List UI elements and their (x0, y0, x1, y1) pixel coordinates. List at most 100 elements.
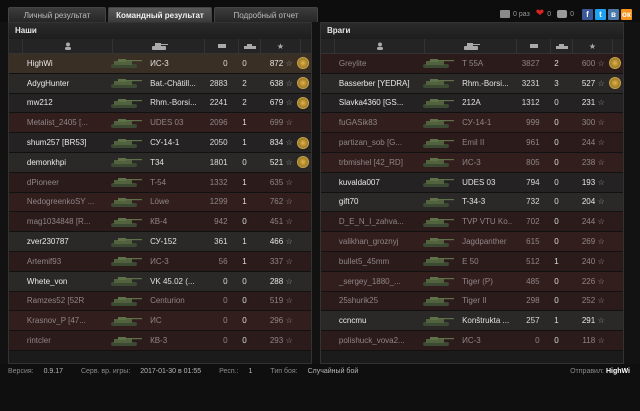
player-name[interactable]: fuGASik83 (335, 118, 420, 127)
player-name[interactable]: AdygHunter (23, 79, 108, 88)
medal-column-header[interactable] (301, 39, 311, 53)
likes-counter[interactable]: ❤ 0 (536, 9, 551, 19)
player-name[interactable]: NedogreenkoSY ... (23, 197, 108, 206)
tab-team-result[interactable]: Командный результат (108, 7, 212, 22)
player-row[interactable]: Ramzes52 [52R Centurion 0 0 519 ☆ (9, 291, 311, 312)
player-row[interactable]: shum257 [BR53] СУ-14-1 2050 1 834 ☆ (9, 133, 311, 153)
medal-icon[interactable] (609, 57, 622, 70)
heart-icon[interactable]: ❤ (536, 9, 544, 19)
frags-column-header[interactable] (551, 39, 573, 53)
damage-value: 1801 (209, 157, 228, 167)
player-name[interactable]: Ramzes52 [52R (23, 296, 108, 305)
player-row[interactable]: 25shurik25 Tiger II 298 0 252 ☆ (321, 291, 623, 312)
xp-column-header[interactable]: ★ (261, 39, 301, 53)
player-row[interactable]: Metalist_2405 [... UDES 03 2096 1 699 ☆ (9, 113, 311, 134)
tab-detailed-report[interactable]: Подробный отчет (214, 7, 318, 22)
medal-column-header[interactable] (613, 39, 623, 53)
player-name[interactable]: HighWi (23, 59, 108, 68)
player-row[interactable]: Greylite T 55A 3827 2 600 ☆ (321, 54, 623, 74)
player-name[interactable]: gift70 (335, 197, 420, 206)
medal-icon[interactable] (297, 136, 310, 149)
comment-icon[interactable] (557, 10, 568, 18)
player-row[interactable]: ccncmu Konštrukta ... 257 1 291 ☆ (321, 311, 623, 332)
xp-star-icon: ☆ (597, 177, 605, 187)
damage-column-header[interactable] (517, 39, 551, 53)
platoon-column-header[interactable] (321, 39, 335, 53)
share-button[interactable]: ок (621, 8, 632, 20)
player-row[interactable]: trbmishel [42_RD] ИС-3 805 0 238 ☆ (321, 152, 623, 173)
player-name[interactable]: rintcler (23, 336, 108, 345)
sender-name[interactable]: HighWi (606, 368, 630, 375)
player-row[interactable]: NedogreenkoSY ... Löwe 1299 1 762 ☆ (9, 192, 311, 213)
tank-column-header[interactable] (113, 39, 205, 53)
player-name[interactable]: polishuck_vova2... (335, 336, 420, 345)
player-row[interactable]: kuvalda007 UDES 03 794 0 193 ☆ (321, 172, 623, 193)
player-row[interactable]: fuGASik83 СУ-14-1 999 0 300 ☆ (321, 113, 623, 134)
player-row[interactable]: HighWi ИС-3 0 0 872 ☆ (9, 54, 311, 74)
xp-column-header[interactable]: ★ (573, 39, 613, 53)
frags-column-header[interactable] (239, 39, 261, 53)
player-name[interactable]: mw212 (23, 98, 108, 107)
player-name[interactable]: Basserber [YEDRA] (335, 79, 420, 88)
player-name[interactable]: Whete_von (23, 277, 108, 286)
player-row[interactable]: rintcler КВ-3 0 0 293 ☆ (9, 331, 311, 351)
share-button[interactable]: f (582, 8, 593, 20)
player-name[interactable]: demonkhpi (23, 158, 108, 167)
medal-icon[interactable] (609, 77, 622, 90)
player-name[interactable]: D_E_N_I_zahva... (335, 217, 420, 226)
tab-personal-result[interactable]: Личный результат (8, 7, 106, 22)
player-row[interactable]: polishuck_vova2... ИС-3 0 0 118 ☆ (321, 331, 623, 351)
player-column-header[interactable] (335, 39, 425, 53)
player-row[interactable]: gift70 T-34-3 732 0 204 ☆ (321, 192, 623, 213)
player-name[interactable]: dPioneer (23, 178, 108, 187)
medal-icon[interactable] (297, 97, 310, 109)
medal-icon[interactable] (297, 77, 310, 90)
medal-icon[interactable] (297, 57, 310, 70)
player-row[interactable]: Krasnov_P [47... ИС 0 0 296 ☆ (9, 311, 311, 332)
player-name[interactable]: Artemif93 (23, 257, 108, 266)
player-name[interactable]: partizan_sob [G... (335, 138, 420, 147)
player-name[interactable]: zver230787 (23, 237, 108, 246)
player-name[interactable]: Krasnov_P [47... (23, 316, 108, 325)
tank-name: T 55A (462, 58, 484, 68)
comments-counter[interactable]: 0 (557, 10, 574, 18)
player-name[interactable]: mag1034848 [R... (23, 217, 108, 226)
player-row[interactable]: Whete_von VK 45.02 (... 0 0 288 ☆ (9, 271, 311, 292)
player-name[interactable]: 25shurik25 (335, 296, 420, 305)
player-column-header[interactable] (23, 39, 113, 53)
player-row[interactable]: valikhan_groznyj Jagdpanther 615 0 269 ☆ (321, 232, 623, 252)
player-row[interactable]: AdygHunter Bat.-Châtill... 2883 2 638 ☆ (9, 73, 311, 94)
player-row[interactable]: mw212 Rhm.-Borsi... 2241 2 679 ☆ (9, 93, 311, 114)
player-name[interactable]: Metalist_2405 [... (23, 118, 108, 127)
medal-cell (295, 311, 311, 330)
player-name[interactable]: Greylite (335, 59, 420, 68)
damage-column-header[interactable] (205, 39, 239, 53)
player-row[interactable]: mag1034848 [R... КВ-4 942 0 451 ☆ (9, 212, 311, 233)
tank-column-header[interactable] (425, 39, 517, 53)
player-row[interactable]: Basserber [YEDRA] Rhm.-Borsi... 3231 3 527 ☆ (321, 73, 623, 94)
player-row[interactable]: _sergey_1880_... Tiger (P) 485 0 226 ☆ (321, 271, 623, 292)
player-row[interactable]: dPioneer T-54 1332 1 635 ☆ (9, 172, 311, 193)
share-button[interactable]: t (595, 8, 606, 20)
player-name[interactable]: Slavka4360 [GS... (335, 98, 420, 107)
player-row[interactable]: D_E_N_I_zahva... TVP VTU Ko... 702 0 244 ☆ (321, 212, 623, 233)
frags-value: 0 (554, 276, 559, 286)
player-row[interactable]: partizan_sob [G... Emil II 961 0 244 ☆ (321, 133, 623, 153)
player-row[interactable]: bullet5_45mm E 50 512 1 240 ☆ (321, 251, 623, 272)
player-row[interactable]: Artemif93 ИС-3 56 1 337 ☆ (9, 251, 311, 272)
player-row[interactable]: demonkhpi T34 1801 0 521 ☆ (9, 152, 311, 173)
player-name[interactable]: kuvalda007 (335, 178, 420, 187)
player-name[interactable]: bullet5_45mm (335, 257, 420, 266)
platoon-column-header[interactable] (9, 39, 23, 53)
player-name[interactable]: ccncmu (335, 316, 420, 325)
medal-icon[interactable] (297, 156, 310, 169)
player-name[interactable]: valikhan_groznyj (335, 237, 420, 246)
player-name[interactable]: trbmishel [42_RD] (335, 158, 420, 167)
tank-icon (151, 43, 168, 50)
player-name[interactable]: _sergey_1880_... (335, 277, 420, 286)
player-name[interactable]: shum257 [BR53] (23, 138, 108, 147)
damage-value: 0 (223, 58, 228, 68)
player-row[interactable]: zver230787 СУ-152 361 1 466 ☆ (9, 232, 311, 252)
player-row[interactable]: Slavka4360 [GS... 212A 1312 0 231 ☆ (321, 93, 623, 114)
share-button[interactable]: в (608, 8, 619, 20)
